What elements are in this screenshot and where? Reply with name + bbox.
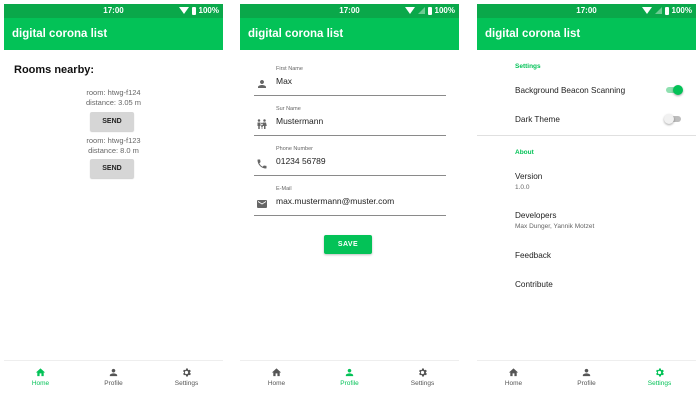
status-bar: 17:00 100% [477, 4, 696, 18]
nav-home-label: Home [267, 380, 286, 387]
about-section-header: About [515, 149, 534, 156]
battery-icon [664, 6, 669, 15]
wifi-icon [641, 7, 652, 14]
developers-label: Developers [515, 211, 557, 220]
wifi-icon [178, 7, 189, 14]
nav-profile-label: Profile [577, 380, 596, 387]
nav-home-label: Home [31, 380, 50, 387]
nav-settings[interactable]: Settings [386, 361, 459, 396]
room-item: room: htwg-f123 distance: 8.0 m [4, 136, 223, 156]
rooms-heading: Rooms nearby: [14, 64, 95, 76]
send-button[interactable]: SEND [90, 159, 134, 178]
profile-screen: 17:00 100% digital corona list First Nam… [240, 4, 459, 396]
version-label: Version [515, 172, 543, 181]
email-field[interactable]: E-Mail max.mustermann@muster.com [254, 186, 446, 216]
battery-percent: 100% [198, 6, 219, 15]
dark-theme-toggle[interactable] [664, 113, 683, 125]
email-label: E-Mail [276, 186, 292, 192]
contribute-item[interactable]: Contribute [515, 280, 553, 289]
bottom-navigation: Home Profile Settings [4, 360, 223, 396]
person-icon [345, 368, 354, 377]
email-input[interactable]: max.mustermann@muster.com [276, 196, 441, 206]
phone-input[interactable]: 01234 56789 [276, 156, 441, 166]
nav-settings-label: Settings [174, 380, 199, 387]
battery-percent: 100% [434, 6, 455, 15]
battery-icon [191, 6, 196, 15]
nav-home-label: Home [504, 380, 523, 387]
surname-input[interactable]: Mustermann [276, 116, 441, 126]
surname-label: Sur Name [276, 106, 301, 112]
phone-icon [257, 159, 267, 169]
home-screen: 17:00 100% digital corona list Rooms nea… [4, 4, 223, 396]
nav-settings[interactable]: Settings [150, 361, 223, 396]
phone-field[interactable]: Phone Number 01234 56789 [254, 146, 446, 176]
person-icon [582, 368, 591, 377]
feedback-item[interactable]: Feedback [515, 251, 551, 260]
signal-icon [654, 7, 662, 14]
version-value: 1.0.0 [515, 184, 530, 191]
nav-home[interactable]: Home [477, 361, 550, 396]
battery-percent: 100% [671, 6, 692, 15]
home-icon [35, 368, 46, 377]
first-name-label: First Name [276, 66, 303, 72]
family-icon [257, 119, 267, 129]
room-distance: distance: 3.05 m [85, 98, 142, 107]
person-icon [109, 368, 118, 377]
person-icon [258, 80, 266, 88]
signal-icon [417, 7, 425, 14]
nav-settings-label: Settings [647, 380, 672, 387]
settings-section-header: Settings [515, 63, 541, 70]
nav-settings-label: Settings [410, 380, 435, 387]
home-icon [271, 368, 282, 377]
dark-theme-label: Dark Theme [515, 115, 560, 124]
bottom-navigation: Home Profile Settings [477, 360, 696, 396]
nav-home[interactable]: Home [240, 361, 313, 396]
gear-icon [656, 368, 664, 377]
nav-profile-label: Profile [104, 380, 123, 387]
developers-value: Max Dunger, Yannik Motzet [515, 223, 595, 230]
first-name-input[interactable]: Max [276, 76, 441, 86]
app-title: digital corona list [477, 18, 696, 50]
settings-screen: 17:00 100% digital corona list Settings … [477, 4, 696, 396]
status-bar: 17:00 100% [240, 4, 459, 18]
nav-settings[interactable]: Settings [623, 361, 696, 396]
nav-profile[interactable]: Profile [77, 361, 150, 396]
room-distance: distance: 8.0 m [88, 146, 139, 155]
save-button[interactable]: SAVE [324, 235, 372, 254]
send-button[interactable]: SEND [90, 112, 134, 131]
background-scanning-label: Background Beacon Scanning [515, 86, 626, 95]
nav-home[interactable]: Home [4, 361, 77, 396]
nav-profile[interactable]: Profile [550, 361, 623, 396]
room-name: room: htwg-f124 [86, 88, 141, 97]
battery-icon [427, 6, 432, 15]
section-divider [477, 135, 696, 136]
nav-profile[interactable]: Profile [313, 361, 386, 396]
room-item: room: htwg-f124 distance: 3.05 m [4, 88, 223, 108]
bottom-navigation: Home Profile Settings [240, 360, 459, 396]
nav-profile-label: Profile [340, 380, 359, 387]
app-title: digital corona list [240, 18, 459, 50]
home-icon [508, 368, 519, 377]
email-icon [257, 200, 267, 208]
surname-field[interactable]: Sur Name Mustermann [254, 106, 446, 136]
background-scanning-toggle[interactable] [664, 84, 683, 96]
gear-icon [419, 368, 427, 377]
first-name-field[interactable]: First Name Max [254, 66, 446, 96]
wifi-icon [404, 7, 415, 14]
phone-label: Phone Number [276, 146, 313, 152]
status-bar: 17:00 100% [4, 4, 223, 18]
gear-icon [183, 368, 191, 377]
room-name: room: htwg-f123 [86, 136, 141, 145]
app-title: digital corona list [4, 18, 223, 50]
